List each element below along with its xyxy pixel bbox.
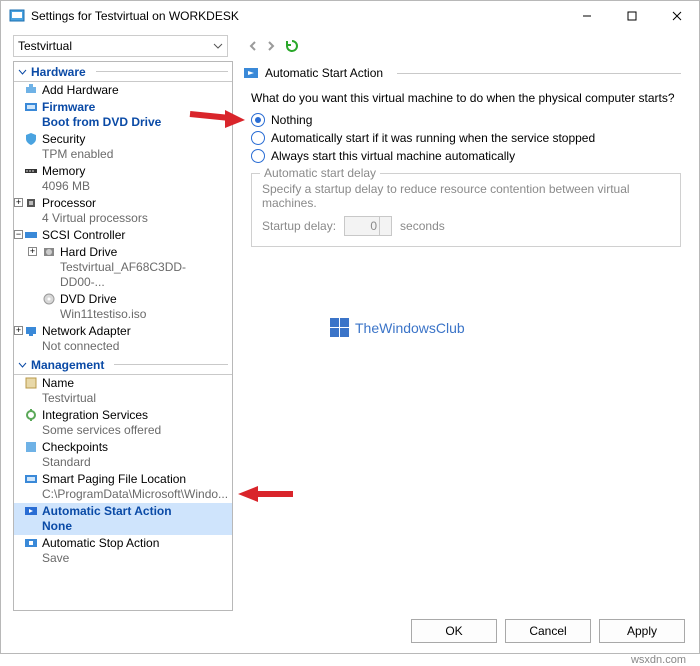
checkpoints-icon <box>24 440 38 454</box>
nav-group <box>248 38 300 54</box>
window-title: Settings for Testvirtual on WORKDESK <box>31 9 564 23</box>
source-caption: wsxdn.com <box>631 654 686 666</box>
group-legend: Automatic start delay <box>260 166 380 180</box>
scsi-icon <box>24 228 38 242</box>
tree-harddrive[interactable]: + Hard Drive Testvirtual_AF68C3DD-DD00-.… <box>14 244 232 291</box>
windows-logo-icon <box>330 318 349 337</box>
nav-back-icon[interactable] <box>248 41 258 51</box>
panel-icon <box>243 65 259 81</box>
processor-icon <box>24 196 38 210</box>
network-icon <box>24 324 38 338</box>
panel-prompt: What do you want this virtual machine to… <box>251 91 681 105</box>
radio-icon <box>251 149 265 163</box>
tree-integration[interactable]: Integration Services Some services offer… <box>14 407 232 439</box>
ok-button[interactable]: OK <box>411 619 497 643</box>
spinner-icon <box>379 217 391 235</box>
tree-scsi[interactable]: − SCSI Controller <box>14 227 232 244</box>
firmware-icon <box>24 100 38 114</box>
vm-selector-value: Testvirtual <box>18 39 72 53</box>
refresh-button[interactable] <box>284 38 300 54</box>
tree-checkpoints[interactable]: Checkpoints Standard <box>14 439 232 471</box>
collapse-icon <box>18 360 27 369</box>
radio-auto-if-running[interactable]: Automatically start if it was running wh… <box>251 131 681 145</box>
dvd-icon <box>42 292 56 306</box>
dialog-footer: OK Cancel Apply <box>1 615 699 653</box>
tree-pane: Hardware Add Hardware Firmware Boot from… <box>13 61 233 611</box>
minimize-button[interactable] <box>564 1 609 31</box>
tree-name[interactable]: Name Testvirtual <box>14 375 232 407</box>
apply-button[interactable]: Apply <box>599 619 685 643</box>
paging-icon <box>24 472 38 486</box>
panel-title: Automatic Start Action <box>243 65 681 81</box>
tree-security[interactable]: Security TPM enabled <box>14 131 232 163</box>
watermark: TheWindowsClub <box>330 318 465 337</box>
window-controls <box>564 1 699 31</box>
expand-icon[interactable]: + <box>14 198 23 207</box>
tree-paging[interactable]: Smart Paging File Location C:\ProgramDat… <box>14 471 232 503</box>
delay-input[interactable]: 0 <box>344 216 392 236</box>
tree-auto-start[interactable]: Automatic Start Action None <box>14 503 232 535</box>
radio-always[interactable]: Always start this virtual machine automa… <box>251 149 681 163</box>
section-hardware[interactable]: Hardware <box>14 62 232 82</box>
expand-icon[interactable]: + <box>14 326 23 335</box>
maximize-button[interactable] <box>609 1 654 31</box>
integration-icon <box>24 408 38 422</box>
collapse-icon[interactable]: − <box>14 230 23 239</box>
tree-add-hardware[interactable]: Add Hardware <box>14 82 232 99</box>
expand-icon[interactable]: + <box>28 247 37 256</box>
collapse-icon <box>18 67 27 76</box>
security-icon <box>24 132 38 146</box>
body: Hardware Add Hardware Firmware Boot from… <box>1 61 699 615</box>
tree-dvd[interactable]: DVD Drive Win11testiso.iso <box>14 291 232 323</box>
radio-icon <box>251 113 265 127</box>
section-management[interactable]: Management <box>14 355 232 375</box>
tree-network[interactable]: + Network Adapter Not connected <box>14 323 232 355</box>
toolbar: Testvirtual <box>1 31 699 61</box>
group-desc: Specify a startup delay to reduce resour… <box>262 182 670 210</box>
close-button[interactable] <box>654 1 699 31</box>
radio-nothing[interactable]: Nothing <box>251 113 681 127</box>
delay-label: Startup delay: <box>262 219 336 233</box>
auto-stop-icon <box>24 536 38 550</box>
annotation-arrow <box>185 100 245 128</box>
harddrive-icon <box>42 245 56 259</box>
titlebar: Settings for Testvirtual on WORKDESK <box>1 1 699 31</box>
chevron-down-icon <box>213 41 223 51</box>
delay-unit: seconds <box>400 219 445 233</box>
nav-forward-icon[interactable] <box>266 41 276 51</box>
tree-auto-stop[interactable]: Automatic Stop Action Save <box>14 535 232 567</box>
cancel-button[interactable]: Cancel <box>505 619 591 643</box>
tree-processor[interactable]: + Processor 4 Virtual processors <box>14 195 232 227</box>
annotation-arrow <box>238 480 298 508</box>
startup-delay-group: Automatic start delay Specify a startup … <box>251 173 681 247</box>
auto-start-icon <box>24 504 38 518</box>
delay-row: Startup delay: 0 seconds <box>262 216 670 236</box>
radio-icon <box>251 131 265 145</box>
memory-icon <box>24 164 38 178</box>
tree-memory[interactable]: Memory 4096 MB <box>14 163 232 195</box>
add-hardware-icon <box>24 83 38 97</box>
vm-selector[interactable]: Testvirtual <box>13 35 228 57</box>
name-icon <box>24 376 38 390</box>
app-icon <box>9 8 25 24</box>
